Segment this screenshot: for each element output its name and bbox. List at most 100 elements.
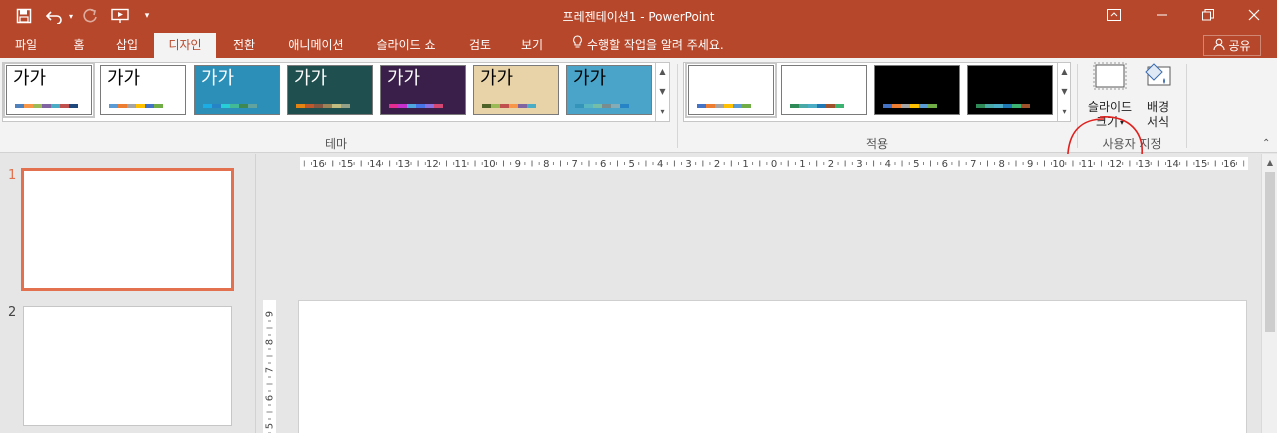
tab-slide-show[interactable]: 슬라이드 쇼	[366, 33, 446, 58]
ruler-tick-label: 12	[426, 159, 439, 170]
scroll-up-arrow-icon[interactable]: ▲	[1262, 154, 1277, 170]
variant-thumbnail[interactable]	[685, 62, 777, 118]
tab-insert[interactable]: 삽입	[106, 33, 148, 58]
variants-group-label: 적용	[865, 137, 889, 151]
tab-review[interactable]: 검토	[458, 33, 502, 58]
window-title: 프레젠테이션1 - PowerPoint	[562, 10, 715, 24]
variant-thumbnail[interactable]	[781, 65, 867, 115]
color-swatch	[500, 104, 509, 108]
theme-thumbnail-text: 가가	[13, 68, 47, 89]
format-background-button[interactable]: 배경 서식	[1140, 62, 1176, 130]
color-swatch	[1021, 104, 1030, 108]
format-background-icon	[1142, 62, 1174, 96]
slide-thumbnail[interactable]	[23, 306, 232, 426]
slide-canvas[interactable]	[298, 300, 1247, 433]
color-swatch	[154, 104, 163, 108]
variants-gallery-scroll[interactable]: ▲ ▼ ▾	[1057, 62, 1071, 122]
ruler-tick-label: 0	[771, 159, 777, 170]
person-icon	[1213, 38, 1226, 53]
minimize-icon[interactable]	[1144, 4, 1180, 26]
ruler-tick-label: 9	[1027, 159, 1033, 170]
color-swatch	[715, 104, 724, 108]
more-icon[interactable]: ▾	[1058, 102, 1071, 122]
slide-thumbnail[interactable]	[21, 168, 234, 291]
ruler-tick-label: 14	[1166, 159, 1179, 170]
slide-size-button[interactable]: 슬라이드 크기 ▾	[1082, 62, 1138, 130]
tell-me-box[interactable]: 수행할 작업을 알려 주세요.	[572, 33, 724, 58]
color-swatch	[901, 104, 910, 108]
ruler-tick-label: 2	[828, 159, 834, 170]
ruler-tick-label: 3	[856, 159, 862, 170]
color-swatch	[799, 104, 808, 108]
color-swatch	[389, 104, 398, 108]
color-swatch	[296, 104, 305, 108]
ruler-tick-label: 10	[1052, 159, 1065, 170]
color-swatch	[69, 104, 78, 108]
scroll-up-icon[interactable]: ▲	[656, 62, 669, 82]
theme-thumbnail[interactable]: 가가	[380, 65, 466, 115]
tab-design[interactable]: 디자인	[154, 33, 216, 58]
theme-thumbnail-text: 가가	[294, 68, 328, 89]
vertical-scrollbar[interactable]: ▲	[1261, 154, 1277, 433]
vertical-ruler: 9 8 7 6 5	[263, 300, 276, 433]
theme-thumbnail[interactable]: 가가	[3, 62, 95, 118]
format-background-label-1: 배경	[1146, 100, 1170, 114]
close-icon[interactable]	[1236, 4, 1272, 26]
ruler-tick-label: 5	[265, 423, 276, 429]
theme-thumbnail[interactable]: 가가	[566, 65, 652, 115]
theme-thumbnail-text: 가가	[480, 68, 514, 89]
themes-gallery-scroll[interactable]: ▲ ▼ ▾	[655, 62, 669, 122]
color-swatch	[230, 104, 239, 108]
share-button[interactable]: 공유	[1203, 35, 1261, 56]
ruler-tick-label: 9	[515, 159, 521, 170]
ribbon-display-options-icon[interactable]	[1096, 4, 1132, 26]
color-swatch	[883, 104, 892, 108]
ruler-tick-label: 13	[1138, 159, 1151, 170]
group-divider	[677, 64, 678, 148]
more-icon[interactable]: ▾	[656, 102, 669, 122]
color-swatches	[389, 104, 443, 108]
scroll-down-icon[interactable]: ▼	[1058, 82, 1071, 102]
scrollbar-thumb[interactable]	[1265, 172, 1275, 332]
ruler-tick-label: 12	[1109, 159, 1122, 170]
ruler-tick-label: 16	[1223, 159, 1236, 170]
color-swatches	[109, 104, 163, 108]
ruler-tick-label: 15	[1195, 159, 1208, 170]
tab-home[interactable]: 홈	[60, 33, 98, 58]
color-swatches	[203, 104, 257, 108]
ruler-tick-label: 7	[572, 159, 578, 170]
color-swatch	[314, 104, 323, 108]
color-swatch	[742, 104, 751, 108]
variant-thumbnail[interactable]	[967, 65, 1053, 115]
tab-transitions[interactable]: 전환	[222, 33, 266, 58]
color-swatch	[127, 104, 136, 108]
scroll-down-icon[interactable]: ▼	[656, 82, 669, 102]
color-swatch	[1003, 104, 1012, 108]
color-swatch	[323, 104, 332, 108]
variant-thumbnail[interactable]	[874, 65, 960, 115]
restore-icon[interactable]	[1190, 4, 1226, 26]
color-swatch	[407, 104, 416, 108]
scroll-up-icon[interactable]: ▲	[1058, 62, 1071, 82]
collapse-ribbon-icon[interactable]: ⌃	[1262, 138, 1270, 149]
theme-thumbnail[interactable]: 가가	[473, 65, 559, 115]
color-swatch	[60, 104, 69, 108]
color-swatch	[976, 104, 985, 108]
tab-file[interactable]: 파일	[4, 33, 48, 58]
color-swatch	[221, 104, 230, 108]
tab-animations[interactable]: 애니메이션	[276, 33, 356, 58]
color-swatches	[296, 104, 350, 108]
theme-thumbnail[interactable]: 가가	[100, 65, 186, 115]
theme-thumbnail[interactable]: 가가	[287, 65, 373, 115]
color-swatch	[835, 104, 844, 108]
color-swatch	[416, 104, 425, 108]
ruler-tick-label: 10	[483, 159, 496, 170]
theme-thumbnail[interactable]: 가가	[194, 65, 280, 115]
ribbon: 가가 가가 가가 가가 가가 가가 가가 ▲ ▼ ▾ 테마 ▲ ▼ ▾ 적용 슬라이드 크기…	[0, 58, 1277, 194]
ruler-tick-label: 8	[265, 339, 276, 345]
color-swatch	[51, 104, 60, 108]
tab-view[interactable]: 보기	[510, 33, 554, 58]
color-swatch	[928, 104, 937, 108]
color-swatch	[491, 104, 500, 108]
color-swatch	[602, 104, 611, 108]
